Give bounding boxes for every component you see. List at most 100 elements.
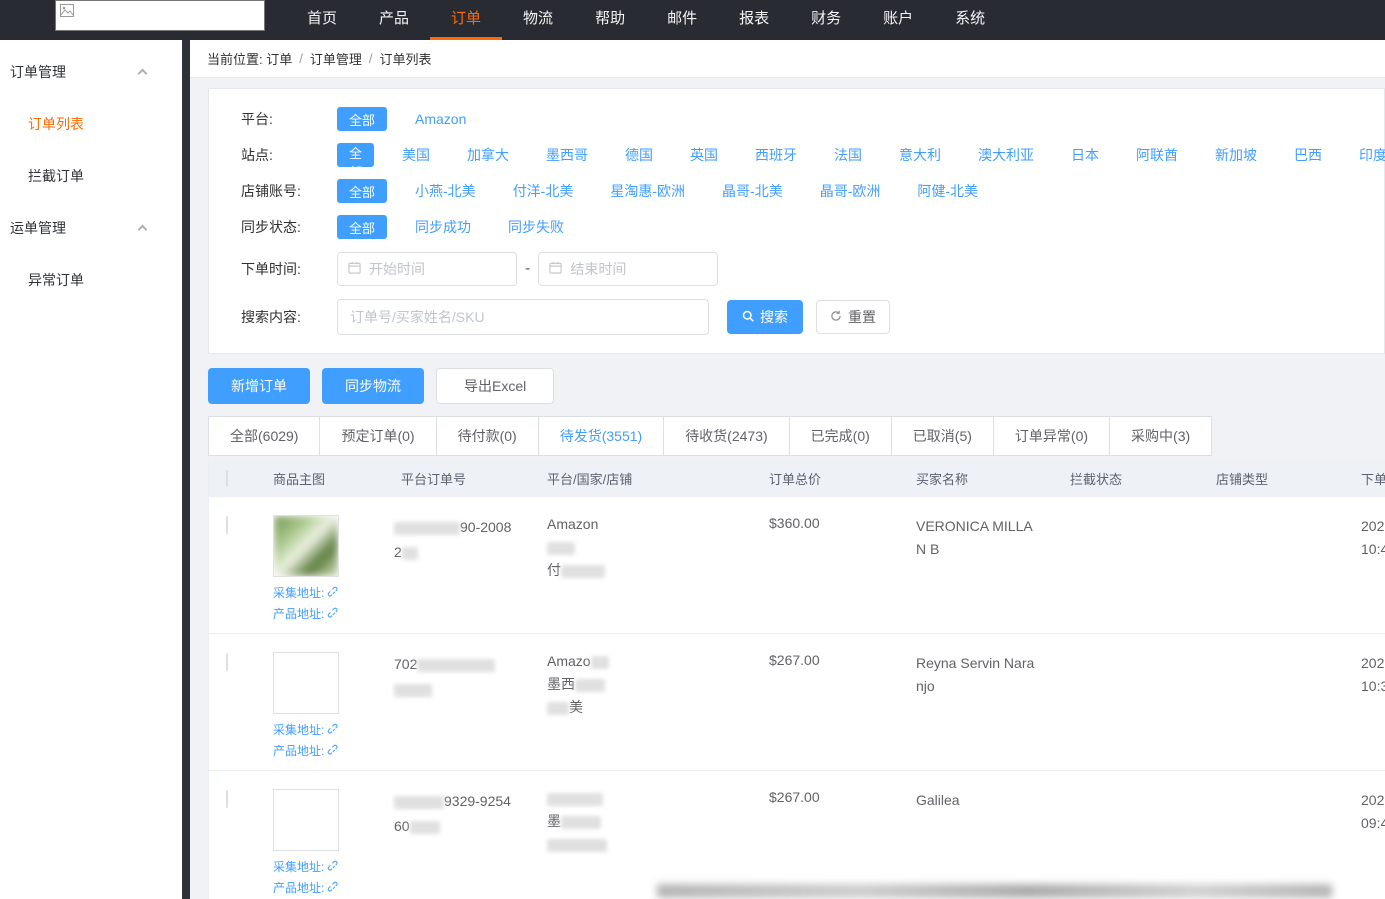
tab-purchasing[interactable]: 采购中(3)	[1109, 416, 1213, 456]
tab-cancelled[interactable]: 已取消(5)	[890, 416, 994, 456]
date-range-separator: -	[525, 260, 531, 277]
search-button[interactable]: 搜索	[727, 300, 803, 334]
nav-item-logistics[interactable]: 物流	[502, 0, 574, 40]
calendar-icon	[348, 261, 361, 277]
tab-abnormal[interactable]: 订单异常(0)	[992, 416, 1111, 456]
action-buttons: 新增订单 同步物流 导出Excel	[208, 368, 1385, 404]
shop-option-5[interactable]: 晶哥-欧洲	[820, 181, 881, 201]
row-checkbox[interactable]	[226, 653, 228, 671]
nav-item-help[interactable]: 帮助	[574, 0, 646, 40]
breadcrumb-item-orders[interactable]: 订单	[266, 49, 292, 68]
site-option-ae[interactable]: 阿联酋	[1136, 145, 1178, 165]
sync-logistics-button[interactable]: 同步物流	[322, 368, 424, 404]
row-checkbox[interactable]	[226, 516, 228, 534]
nav-item-mail[interactable]: 邮件	[646, 0, 718, 40]
collect-address-link[interactable]: 采集地址:	[273, 584, 394, 601]
sidebar-group-order-management[interactable]: 订单管理	[0, 46, 182, 98]
sync-option-fail[interactable]: 同步失败	[508, 217, 564, 237]
site-option-au[interactable]: 澳大利亚	[978, 145, 1034, 165]
shop-option-6[interactable]: 阿健-北美	[917, 181, 978, 201]
product-image[interactable]	[273, 789, 339, 851]
header-platform-country-shop: 平台/国家/店铺	[547, 471, 633, 487]
select-all-checkbox[interactable]	[226, 469, 228, 487]
collect-address-label: 采集地址:	[273, 586, 325, 600]
intercept-status	[1070, 634, 1216, 770]
order-total: $267.00	[769, 652, 820, 668]
platform-order-number: 9329-9254 60	[394, 793, 511, 834]
shop-option-2[interactable]: 付洋-北美	[513, 181, 574, 201]
sidebar-item-intercepted-orders[interactable]: 拦截订单	[0, 150, 182, 202]
site-option-us[interactable]: 美国	[402, 145, 430, 165]
shop-all-button[interactable]: 全部	[337, 179, 388, 203]
shop-option-1[interactable]: 小燕-北美	[415, 181, 476, 201]
breadcrumb-item-order-list[interactable]: 订单列表	[380, 49, 432, 68]
redacted-area	[657, 884, 1332, 898]
site-option-uk[interactable]: 英国	[690, 145, 718, 165]
platform-country-shop: 墨	[542, 771, 769, 899]
nav-item-finance[interactable]: 财务	[790, 0, 862, 40]
nav-item-system[interactable]: 系统	[934, 0, 1006, 40]
row-checkbox[interactable]	[226, 790, 228, 808]
site-option-jp[interactable]: 日本	[1071, 145, 1099, 165]
site-option-mx[interactable]: 墨西哥	[546, 145, 588, 165]
site-option-es[interactable]: 西班牙	[755, 145, 797, 165]
sidebar-item-order-list[interactable]: 订单列表	[0, 98, 182, 150]
product-address-link[interactable]: 产品地址:	[273, 742, 394, 759]
tab-pending-shipment[interactable]: 待发货(3551)	[537, 416, 665, 456]
product-image[interactable]	[273, 652, 339, 714]
site-option-sg[interactable]: 新加坡	[1215, 145, 1257, 165]
search-input[interactable]	[337, 299, 709, 335]
sidebar-item-abnormal-orders[interactable]: 异常订单	[0, 254, 182, 306]
filter-row-shop: 店铺账号: 全部 小燕-北美 付洋-北美 星淘惠-欧洲 晶哥-北美 晶哥-欧洲 …	[241, 179, 1384, 203]
sync-option-success[interactable]: 同步成功	[415, 217, 471, 237]
filter-row-platform: 平台: 全部 Amazon	[241, 107, 1384, 131]
filter-row-order-time: 下单时间: 开始时间 - 结束时间	[241, 251, 1384, 287]
site-all-button[interactable]: 全部	[337, 143, 375, 180]
site-option-br[interactable]: 巴西	[1294, 145, 1322, 165]
sidebar-group-waybill-management[interactable]: 运单管理	[0, 202, 182, 254]
collect-address-link[interactable]: 采集地址:	[273, 858, 394, 875]
export-excel-button[interactable]: 导出Excel	[436, 368, 555, 404]
platform-option-amazon[interactable]: Amazon	[415, 111, 466, 127]
link-icon	[327, 881, 338, 895]
start-date-input[interactable]: 开始时间	[337, 252, 517, 286]
site-option-in[interactable]: 印度	[1359, 145, 1385, 165]
nav-item-reports[interactable]: 报表	[718, 0, 790, 40]
nav-item-orders[interactable]: 订单	[430, 0, 503, 40]
reset-button[interactable]: 重置	[816, 300, 890, 334]
site-option-ca[interactable]: 加拿大	[467, 145, 509, 165]
tab-completed[interactable]: 已完成(0)	[788, 416, 892, 456]
shop-option-3[interactable]: 星淘惠-欧洲	[610, 181, 685, 201]
site-option-de[interactable]: 德国	[625, 145, 653, 165]
nav-item-home[interactable]: 首页	[286, 0, 358, 40]
add-order-button[interactable]: 新增订单	[208, 368, 310, 404]
site-option-it[interactable]: 意大利	[899, 145, 941, 165]
site-option-fr[interactable]: 法国	[834, 145, 862, 165]
buyer-name: Galilea	[916, 792, 960, 808]
product-image[interactable]	[273, 515, 339, 577]
tab-pending-payment[interactable]: 待付款(0)	[435, 416, 539, 456]
tab-preorder[interactable]: 预定订单(0)	[319, 416, 437, 456]
order-total: $267.00	[769, 789, 820, 805]
nav-item-products[interactable]: 产品	[358, 0, 430, 40]
nav-item-account[interactable]: 账户	[862, 0, 934, 40]
link-icon	[327, 744, 338, 758]
header-platform-order-no: 平台订单号	[401, 471, 467, 487]
end-date-input[interactable]: 结束时间	[538, 252, 719, 286]
tab-all[interactable]: 全部(6029)	[208, 416, 321, 456]
collect-address-link[interactable]: 采集地址:	[273, 721, 394, 738]
product-address-label: 产品地址:	[273, 881, 325, 895]
platform-order-number: 702	[394, 634, 542, 770]
platform-all-button[interactable]: 全部	[337, 107, 388, 131]
product-address-link[interactable]: 产品地址:	[273, 879, 394, 896]
logo-box	[55, 0, 265, 31]
top-navbar: 首页 产品 订单 物流 帮助 邮件 报表 财务 账户 系统	[0, 0, 1385, 40]
sync-status-label: 同步状态:	[241, 219, 301, 235]
shop-option-4[interactable]: 晶哥-北美	[722, 181, 783, 201]
tab-pending-receipt[interactable]: 待收货(2473)	[663, 416, 790, 456]
sync-all-button[interactable]: 全部	[337, 215, 388, 239]
platform-country-shop: Amazo 墨西 美	[542, 634, 769, 770]
product-address-link[interactable]: 产品地址:	[273, 605, 394, 622]
breadcrumb-item-order-management[interactable]: 订单管理	[310, 49, 362, 68]
main-content: 平台: 全部 Amazon 站点: 全部 美国 加拿大 墨西哥 德国 英国 西班…	[190, 78, 1385, 899]
